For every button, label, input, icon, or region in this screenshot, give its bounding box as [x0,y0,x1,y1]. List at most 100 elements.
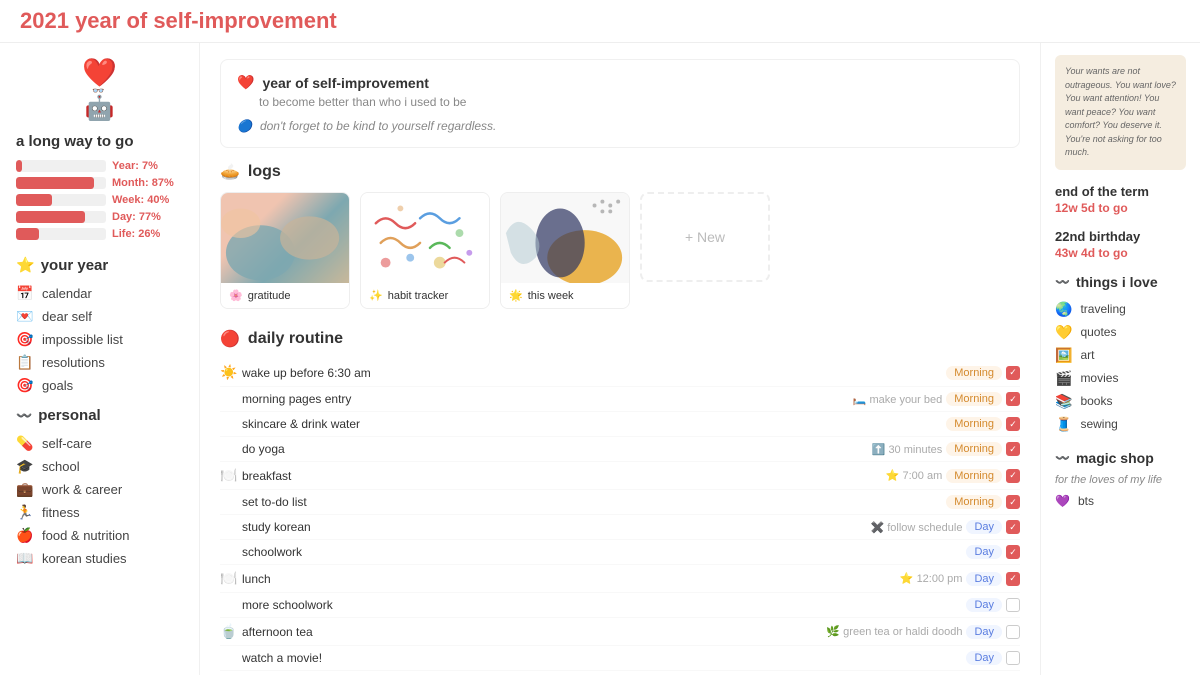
routine-task: skincare & drink water [242,417,938,431]
routine-row: work out 🚴 15 minute cycling or HIIT Day [220,671,1020,675]
goal-box: ❤️ year of self-improvement to become be… [220,59,1020,148]
routine-checkbox[interactable] [1006,625,1020,639]
routine-tag: Day [966,598,1002,612]
your-year-header: ⭐ your year [16,256,183,274]
nav-icon: 🎯 [16,377,34,394]
routine-checkbox[interactable]: ✓ [1006,469,1020,483]
things-wave-icon: 〰️ [1055,275,1070,289]
routine-row: 🍽️ lunch ⭐ 12:00 pm Day ✓ [220,565,1020,593]
log-card-week[interactable]: 🌟 this week [500,192,630,309]
sidebar-item-dear-self[interactable]: 💌dear self [16,305,183,328]
routine-section-title: 🔴 daily routine [220,329,1020,349]
log-card-gratitude[interactable]: 🌸 gratitude [220,192,350,309]
love-item-sewing[interactable]: 🧵 sewing [1055,413,1186,436]
routine-tag: Morning [946,469,1002,483]
traveling-label: traveling [1080,302,1125,316]
routine-task: watch a movie! [242,651,958,665]
progress-bar-bg [16,160,106,172]
quotes-label: quotes [1080,325,1116,339]
routine-row: watch a movie! Day [220,646,1020,671]
things-i-love-title: things i love [1076,274,1158,290]
routine-row: schoolwork Day ✓ [220,540,1020,565]
nav-label: impossible list [42,332,123,347]
log-card-label-1: 🌸 gratitude [221,283,349,308]
countdown-birthday-label: 22nd birthday [1055,229,1186,244]
goal-reminder: 🔵 don't forget to be kind to yourself re… [237,119,1003,133]
sidebar-item-korean-studies[interactable]: 📖korean studies [16,547,183,570]
reminder-text: don't forget to be kind to yourself rega… [260,119,496,133]
sidebar-item-school[interactable]: 🎓school [16,455,183,478]
countdown-term-to-go: to go [1098,201,1127,215]
sidebar-item-impossible-list[interactable]: 🎯impossible list [16,328,183,351]
routine-note: 🌿 green tea or haldi doodh [826,625,962,638]
magic-shop-bts[interactable]: 💜 bts [1055,494,1186,508]
sidebar-item-fitness[interactable]: 🏃fitness [16,501,183,524]
sidebar-item-goals[interactable]: 🎯goals [16,374,183,397]
goal-subtitle: to become better than who i used to be [237,95,1003,109]
sidebar-item-work-&-career[interactable]: 💼work & career [16,478,183,501]
sidebar-item-self-care[interactable]: 💊self-care [16,432,183,455]
goal-heart-icon: ❤️ [237,74,254,91]
routine-note: ⭐ 7:00 am [886,469,943,482]
countdown-term: end of the term 12w 5d to go [1055,184,1186,215]
bts-label: bts [1078,494,1094,508]
sidebar-item-food-&-nutrition[interactable]: 🍎food & nutrition [16,524,183,547]
routine-checkbox[interactable]: ✓ [1006,417,1020,431]
gratitude-icon: 🌸 [229,289,243,302]
progress-section: Year: 7% Month: 87% Week: 40% Day: 77% L… [16,160,183,240]
right-sidebar: Your wants are not outrageous. You want … [1040,43,1200,675]
routine-checkbox[interactable]: ✓ [1006,572,1020,586]
progress-label: Day: 77% [112,211,161,223]
love-item-books[interactable]: 📚 books [1055,390,1186,413]
routine-checkbox[interactable]: ✓ [1006,495,1020,509]
routine-checkbox[interactable] [1006,651,1020,665]
add-new-card[interactable]: + New [640,192,770,282]
personal-header: 〰️ personal [16,407,183,424]
love-item-movies[interactable]: 🎬 movies [1055,367,1186,390]
love-item-traveling[interactable]: 🌏 traveling [1055,298,1186,321]
star-icon: ⭐ [16,256,35,274]
log-card-habit[interactable]: ✨ habit tracker [360,192,490,309]
nav-label: dear self [42,309,92,324]
routine-row: study korean ✖️ follow schedule Day ✓ [220,515,1020,540]
routine-checkbox[interactable]: ✓ [1006,392,1020,406]
movies-label: movies [1080,371,1118,385]
art-label: art [1080,348,1094,362]
sidebar-item-calendar[interactable]: 📅calendar [16,282,183,305]
year-highlight: 2021 [20,8,69,33]
sewing-icon: 🧵 [1055,416,1072,433]
progress-item: Life: 26% [16,228,183,240]
magic-wave-icon: 〰️ [1055,451,1070,465]
personal-wave-icon: 〰️ [16,408,32,424]
sidebar-item-resolutions[interactable]: 📋resolutions [16,351,183,374]
routine-row: do yoga ⬆️ 30 minutes Morning ✓ [220,437,1020,462]
routine-tag: Day [966,625,1002,639]
love-item-quotes[interactable]: 💛 quotes [1055,321,1186,344]
quote-text: Your wants are not outrageous. You want … [1065,66,1176,157]
week-icon: 🌟 [509,289,523,302]
your-year-title: your year [41,257,109,274]
routine-tag: Day [966,520,1002,534]
routine-checkbox[interactable]: ✓ [1006,520,1020,534]
quote-card: Your wants are not outrageous. You want … [1055,55,1186,170]
routine-task: study korean [242,520,866,534]
habit-icon: ✨ [369,289,383,302]
main-layout: ❤️ 👓 🤖 a long way to go Year: 7% Month: … [0,43,1200,675]
routine-checkbox[interactable] [1006,598,1020,612]
books-icon: 📚 [1055,393,1072,410]
routine-checkbox[interactable]: ✓ [1006,366,1020,380]
log-card-img-2 [361,193,489,283]
nav-icon: 🏃 [16,504,34,521]
routine-note: ⬆️ 30 minutes [872,443,943,456]
routine-checkbox[interactable]: ✓ [1006,442,1020,456]
love-item-art[interactable]: 🖼️ art [1055,344,1186,367]
things-i-love-list: 🌏 traveling 💛 quotes 🖼️ art 🎬 movies 📚 [1055,298,1186,436]
magic-shop-title: magic shop [1076,450,1154,466]
progress-item: Year: 7% [16,160,183,172]
progress-label: Week: 40% [112,194,169,206]
gratitude-text: gratitude [248,290,291,302]
routine-checkbox[interactable]: ✓ [1006,545,1020,559]
routine-table: ☀️ wake up before 6:30 am Morning ✓ morn… [220,359,1020,675]
progress-item: Day: 77% [16,211,183,223]
week-text: this week [528,290,574,302]
